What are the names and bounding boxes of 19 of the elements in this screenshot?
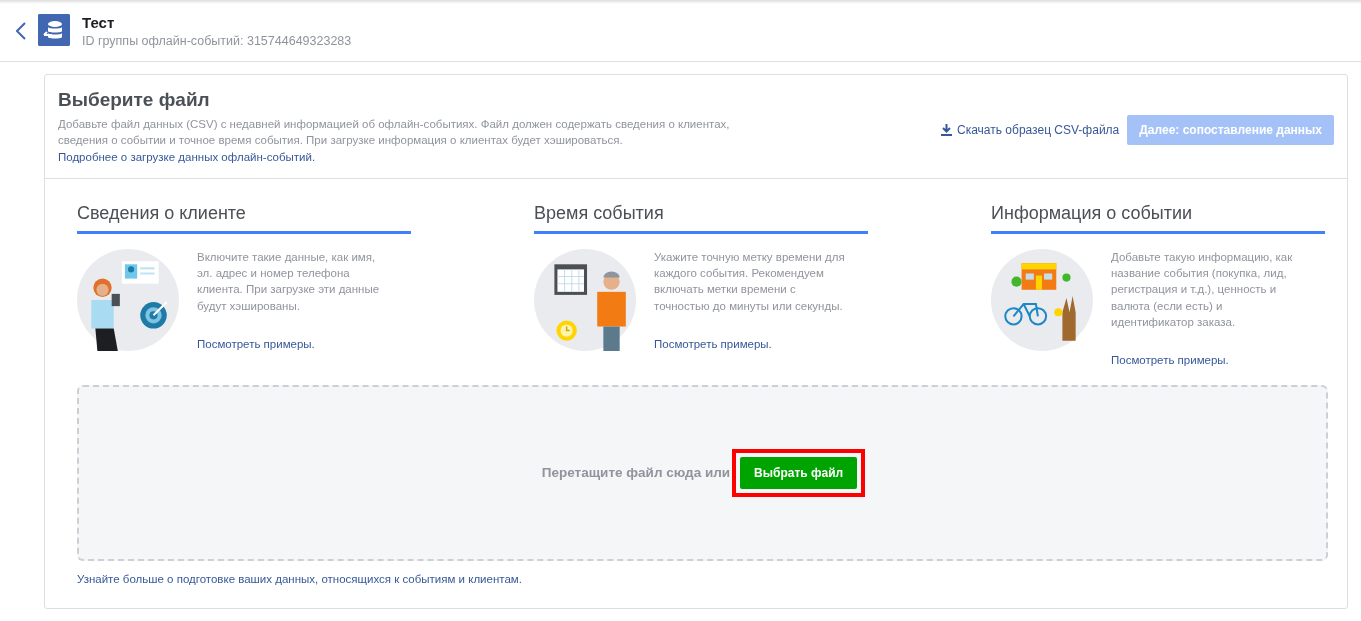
column-description: Добавьте такую информацию, как название события (покупка, лид, регистрация и т.д.), ценность и валюта (если есть) и идентификатор заказа. [1111,249,1294,330]
data-prep-link[interactable]: Узнайте больше о подготовке ваших данных, относящихся к событиям и клиентам. [77,573,522,586]
column-title: Время события [534,203,868,234]
learn-more-link[interactable]: Подробнее о загрузке данных офлайн-событий. [58,150,316,163]
examples-link[interactable]: Посмотреть примеры. [654,337,772,350]
examples-link[interactable]: Посмотреть примеры. [1111,354,1229,367]
column-title: Сведения о клиенте [77,203,411,234]
download-icon [941,124,952,136]
page-title: Тест [82,14,116,32]
column-title: Информация о событии [991,203,1325,234]
drop-hint: Перетащите файл сюда или [541,464,731,483]
download-link[interactable]: Скачать образец CSV-файла [941,121,1120,139]
section-title: Выберите файл [58,89,211,112]
column-description: Укажите точную метку времени для каждого события. Рекомендуем включать метки времени с точностью до минуты или секунды. [654,249,846,314]
column-description: Включите такие данные, как имя, эл. адрес и номер телефона клиента. При загрузке эти данные будут хэшированы. [197,249,381,314]
database-icon [38,14,70,46]
section-description: Добавьте файл данных (CSV) с недавней информацией об офлайн-событиях. Файл должен содержать сведения о клиентах, сведения о событии и точное время события. При загрузке информация о клиентах будет хэшироваться. [58,116,731,148]
examples-link[interactable]: Посмотреть примеры. [197,337,315,350]
group-id: ID группы офлайн-событий: 315744649323283 [82,33,352,50]
